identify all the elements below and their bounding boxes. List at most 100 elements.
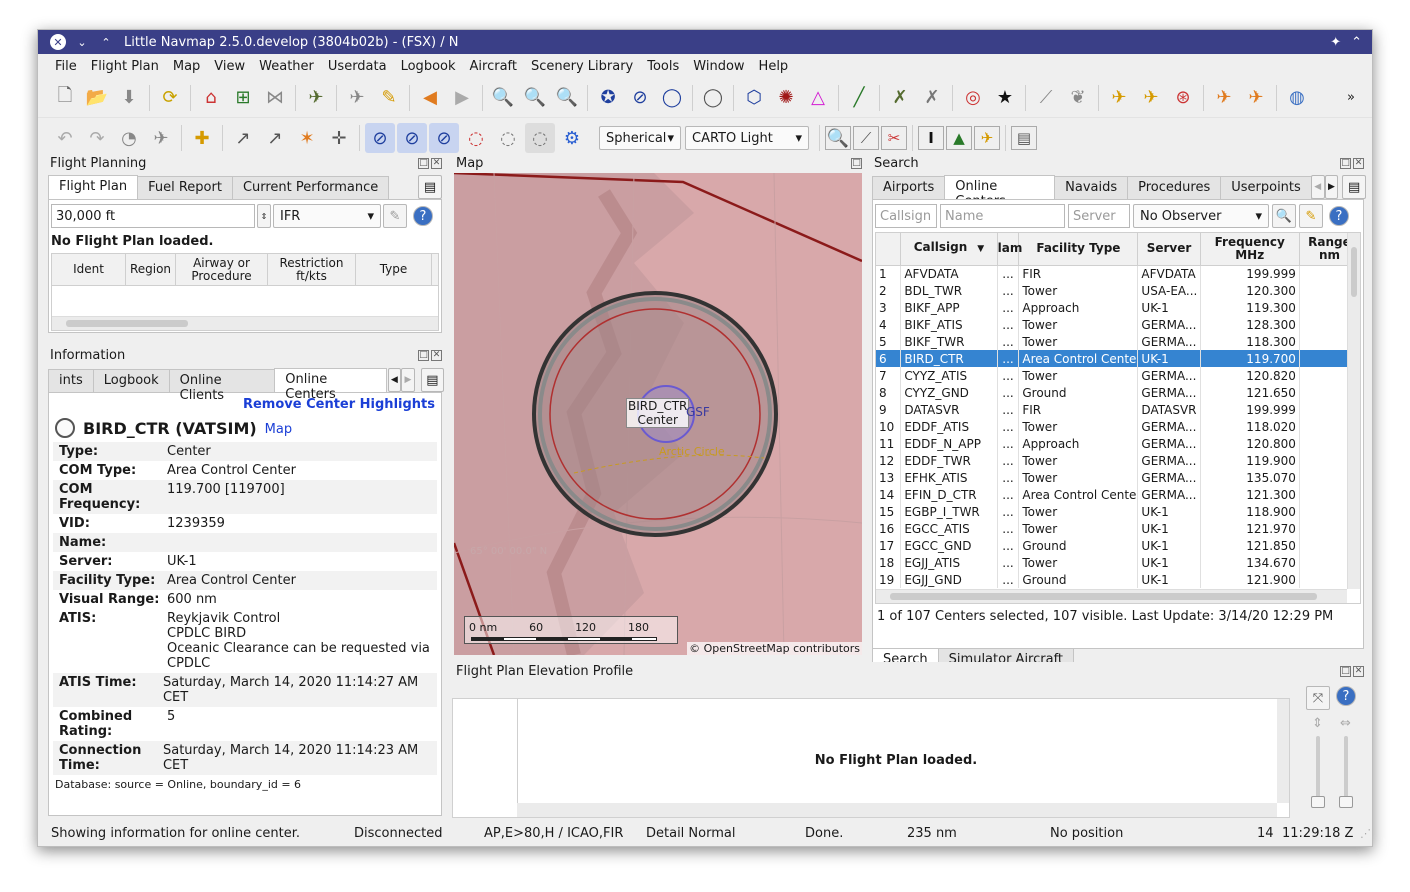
online-ai-icon[interactable]: ✈ — [1241, 83, 1271, 113]
measure-icon[interactable]: ✎ — [374, 83, 404, 113]
float-icon[interactable]: □ — [1340, 157, 1351, 169]
help-icon[interactable]: ? — [1336, 686, 1356, 706]
vor-icon[interactable]: ⊘ — [625, 83, 655, 113]
favorite-icon[interactable]: ★ — [990, 83, 1020, 113]
msa-icon[interactable]: ❦ — [1063, 83, 1093, 113]
add-airport-icon[interactable]: ✚ — [187, 123, 217, 153]
projection-select[interactable]: Spherical ▾ — [599, 126, 681, 150]
column-header-lam[interactable]: lam — [997, 233, 1022, 266]
close-icon[interactable]: ✕ — [431, 157, 442, 169]
column-header-region[interactable]: Region — [126, 254, 176, 285]
user-wp-icon[interactable]: △ — [803, 83, 833, 113]
menu-userdata[interactable]: Userdata — [321, 59, 394, 74]
column-header-airway-or-procedure[interactable]: Airway or Procedure — [176, 254, 268, 285]
table-row[interactable]: 16 EGCC_ATIS... Tower UK-1 121.970 — [876, 520, 1360, 537]
airspace-online-icon[interactable]: ⚙ — [557, 123, 587, 153]
callsign-input[interactable] — [875, 204, 937, 228]
airway-icon[interactable]: ╱ — [844, 83, 874, 113]
ndb-icon[interactable]: ◯ — [657, 83, 687, 113]
airspace-spec-icon[interactable]: ◌ — [493, 123, 523, 153]
horizontal-zoom-slider[interactable] — [1339, 736, 1353, 808]
airways-high-icon[interactable]: ✛ — [324, 123, 354, 153]
double-chevron-up-icon[interactable]: ⌃ — [1351, 35, 1362, 50]
waypoint-icon[interactable]: ◯ — [698, 83, 728, 113]
tab-procedures[interactable]: Procedures — [1127, 176, 1222, 199]
menu-view[interactable]: View — [207, 59, 252, 74]
table-row[interactable]: 19EGJJ_GND...GroundUK-1121.9001 — [876, 571, 1360, 588]
close-icon[interactable]: ✕ — [431, 349, 442, 361]
vertical-scrollbar[interactable] — [1347, 233, 1360, 589]
tab-fuel-report[interactable]: Fuel Report — [137, 176, 233, 199]
resize-grip-icon[interactable]: ⋰ — [1360, 827, 1371, 840]
search-map-icon[interactable]: 🔍 — [825, 126, 851, 150]
tab-logbook[interactable]: Logbook — [92, 369, 170, 392]
close-icon[interactable]: ✕ — [1353, 665, 1364, 677]
map-view[interactable]: BIRD_CTR Center GSF Arctic Circle 65° 00… — [454, 173, 862, 655]
float-icon[interactable]: □ — [418, 349, 429, 361]
horizontal-scrollbar[interactable] — [52, 316, 438, 330]
table-row[interactable]: 3BIKF_APP...ApproachUK-1119.3001 — [876, 299, 1360, 316]
ils-icon[interactable]: ⬡ — [739, 83, 769, 113]
route-aircraft-icon[interactable]: ✈ — [146, 123, 176, 153]
column-header-callsign[interactable]: Callsign ▼ — [900, 233, 998, 266]
float-icon[interactable]: □ — [418, 157, 429, 169]
help-icon[interactable]: ? — [1329, 206, 1349, 226]
search-options-icon[interactable]: ✎ — [1299, 204, 1323, 228]
column-header-facility-type[interactable]: Facility Type — [1018, 233, 1139, 266]
flight-rule-select[interactable]: IFR ▾ — [273, 204, 381, 228]
chevron-up-icon[interactable]: ⌃ — [98, 34, 114, 50]
table-row[interactable]: 10 EDDF_ATIS... Tower GERMA... 118.020 — [876, 418, 1360, 435]
table-row[interactable]: 13 EFHK_ATIS... Tower GERMA... 135.070 — [876, 469, 1360, 486]
table-row[interactable]: 5 BIKF_TWR... Tower GERMA... 118.300 — [876, 333, 1360, 350]
center-leg-icon[interactable]: ⋈ — [260, 83, 290, 113]
airspace-icon[interactable]: ⊘ — [365, 123, 395, 153]
menu-logbook[interactable]: Logbook — [394, 59, 463, 74]
profile-icon[interactable]: ▲ — [946, 126, 972, 150]
tab-online-clients[interactable]: Online Clients — [168, 369, 276, 403]
float-icon[interactable]: □ — [851, 157, 862, 169]
airspace-rstr-icon[interactable]: ◌ — [461, 123, 491, 153]
user-feature-icon[interactable]: ◎ — [958, 83, 988, 113]
horizontal-scrollbar[interactable] — [876, 589, 1347, 603]
open-plan-icon[interactable]: 📂 — [82, 83, 112, 113]
tab-online-centers[interactable]: Online Centers — [944, 175, 1056, 209]
tab-airports[interactable]: Airports — [872, 176, 946, 199]
altitude-spinner[interactable]: ⇕ — [257, 204, 271, 228]
table-row[interactable]: 8 CYYZ_GND... Ground GERMA... 121.650 — [876, 384, 1360, 401]
pin-icon[interactable]: ✦ — [1330, 35, 1341, 50]
menu-help[interactable]: Help — [752, 59, 796, 74]
observer-select[interactable]: No Observer ▾ — [1133, 204, 1269, 228]
save-plan-icon[interactable]: ⬇ — [114, 83, 144, 113]
edit-remarks-icon[interactable]: ✎ — [383, 204, 407, 228]
menu-flight-plan[interactable]: Flight Plan — [84, 59, 166, 74]
float-icon[interactable]: □ — [1340, 665, 1351, 677]
table-row[interactable]: 12 EDDF_TWR... Tower GERMA... 119.900 — [876, 452, 1360, 469]
tab-flight-plan[interactable]: Flight Plan — [48, 175, 139, 199]
redo-icon[interactable]: ↷ — [82, 123, 112, 153]
column-header-server[interactable]: Server — [1137, 233, 1201, 266]
column-header-ident[interactable]: Ident — [52, 254, 126, 285]
center-plan-icon[interactable]: ⊞ — [228, 83, 258, 113]
map-theme-select[interactable]: CARTO Light ▾ — [685, 126, 809, 150]
menu-icon[interactable]: ▤ — [1342, 175, 1367, 199]
tab-scroll-right-icon[interactable]: ▶ — [1324, 175, 1339, 199]
menu-icon[interactable]: ▤ — [418, 175, 442, 199]
tab-navaids[interactable]: Navaids — [1054, 176, 1129, 199]
airways-low-icon[interactable]: ✶ — [292, 123, 322, 153]
table-row[interactable]: 15 EGBP_I_TWR... Tower UK-1 118.900 — [876, 503, 1360, 520]
table-row[interactable]: 18 EGJJ_ATIS... Tower UK-1 134.670 — [876, 554, 1360, 571]
track-icon[interactable]: ⟋ — [1031, 83, 1061, 113]
menu-file[interactable]: File — [48, 59, 84, 74]
table-row[interactable]: 2 BDL_TWR... Tower USA-EA... 120.300 — [876, 282, 1360, 299]
zoom-in-icon[interactable]: 🔍 — [488, 83, 518, 113]
reload-scenery-icon[interactable]: ⟳ — [155, 83, 185, 113]
table-row[interactable]: 11EDDF_N_APP...ApproachGERMA...120.8001 — [876, 435, 1360, 452]
close-icon[interactable]: ✕ — [50, 34, 66, 50]
airspace-other-icon[interactable]: ◌ — [525, 123, 555, 153]
horizontal-scrollbar[interactable] — [517, 803, 1277, 817]
back-icon[interactable]: ◀ — [415, 83, 445, 113]
radionav-icon[interactable]: ↗ — [260, 123, 290, 153]
airspace-icao-icon[interactable]: ⊘ — [397, 123, 427, 153]
help-icon[interactable]: ? — [413, 206, 433, 226]
show-aircraft-icon[interactable]: ✈ — [301, 83, 331, 113]
